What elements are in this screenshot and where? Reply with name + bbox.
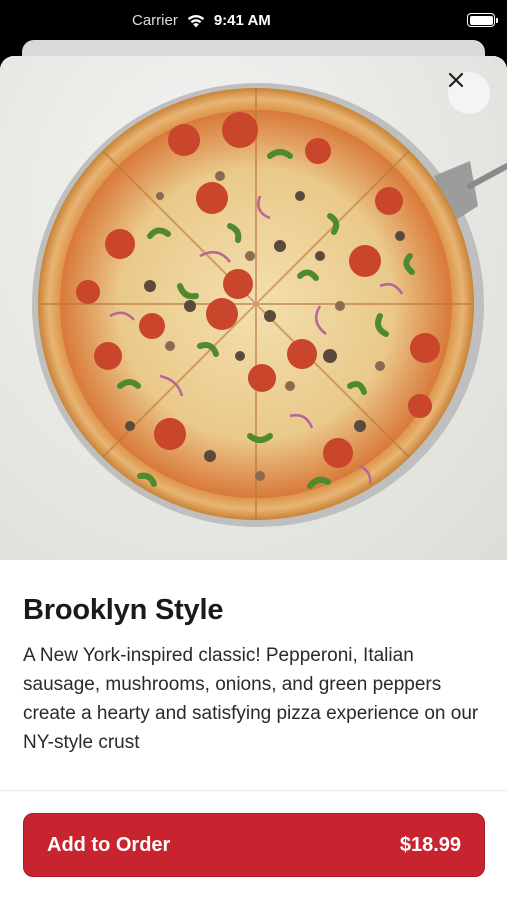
status-left: Carrier 9:41 AM bbox=[132, 12, 271, 29]
battery-fill bbox=[469, 15, 493, 25]
add-to-order-label: Add to Order bbox=[47, 833, 171, 856]
status-bar: Carrier 9:41 AM bbox=[0, 0, 507, 40]
wifi-icon bbox=[187, 14, 205, 27]
add-to-order-button[interactable]: Add to Order $18.99 bbox=[23, 813, 485, 877]
pizza-illustration bbox=[32, 83, 507, 527]
carrier-label: Carrier bbox=[132, 11, 178, 29]
product-info: Brooklyn Style A New York-inspired class… bbox=[23, 594, 493, 757]
product-sheet: Brooklyn Style A New York-inspired class… bbox=[0, 56, 507, 900]
battery-icon bbox=[467, 13, 498, 27]
price-label: $18.99 bbox=[399, 833, 461, 856]
product-description: A New York-inspired classic! Pepperoni, … bbox=[23, 645, 479, 753]
product-title: Brooklyn Style bbox=[23, 594, 224, 626]
close-button[interactable] bbox=[448, 72, 490, 114]
close-icon[interactable] bbox=[448, 72, 464, 88]
pizza-image bbox=[0, 56, 507, 560]
footer-divider bbox=[0, 790, 507, 791]
clock-time: 9:41 AM bbox=[213, 11, 271, 29]
